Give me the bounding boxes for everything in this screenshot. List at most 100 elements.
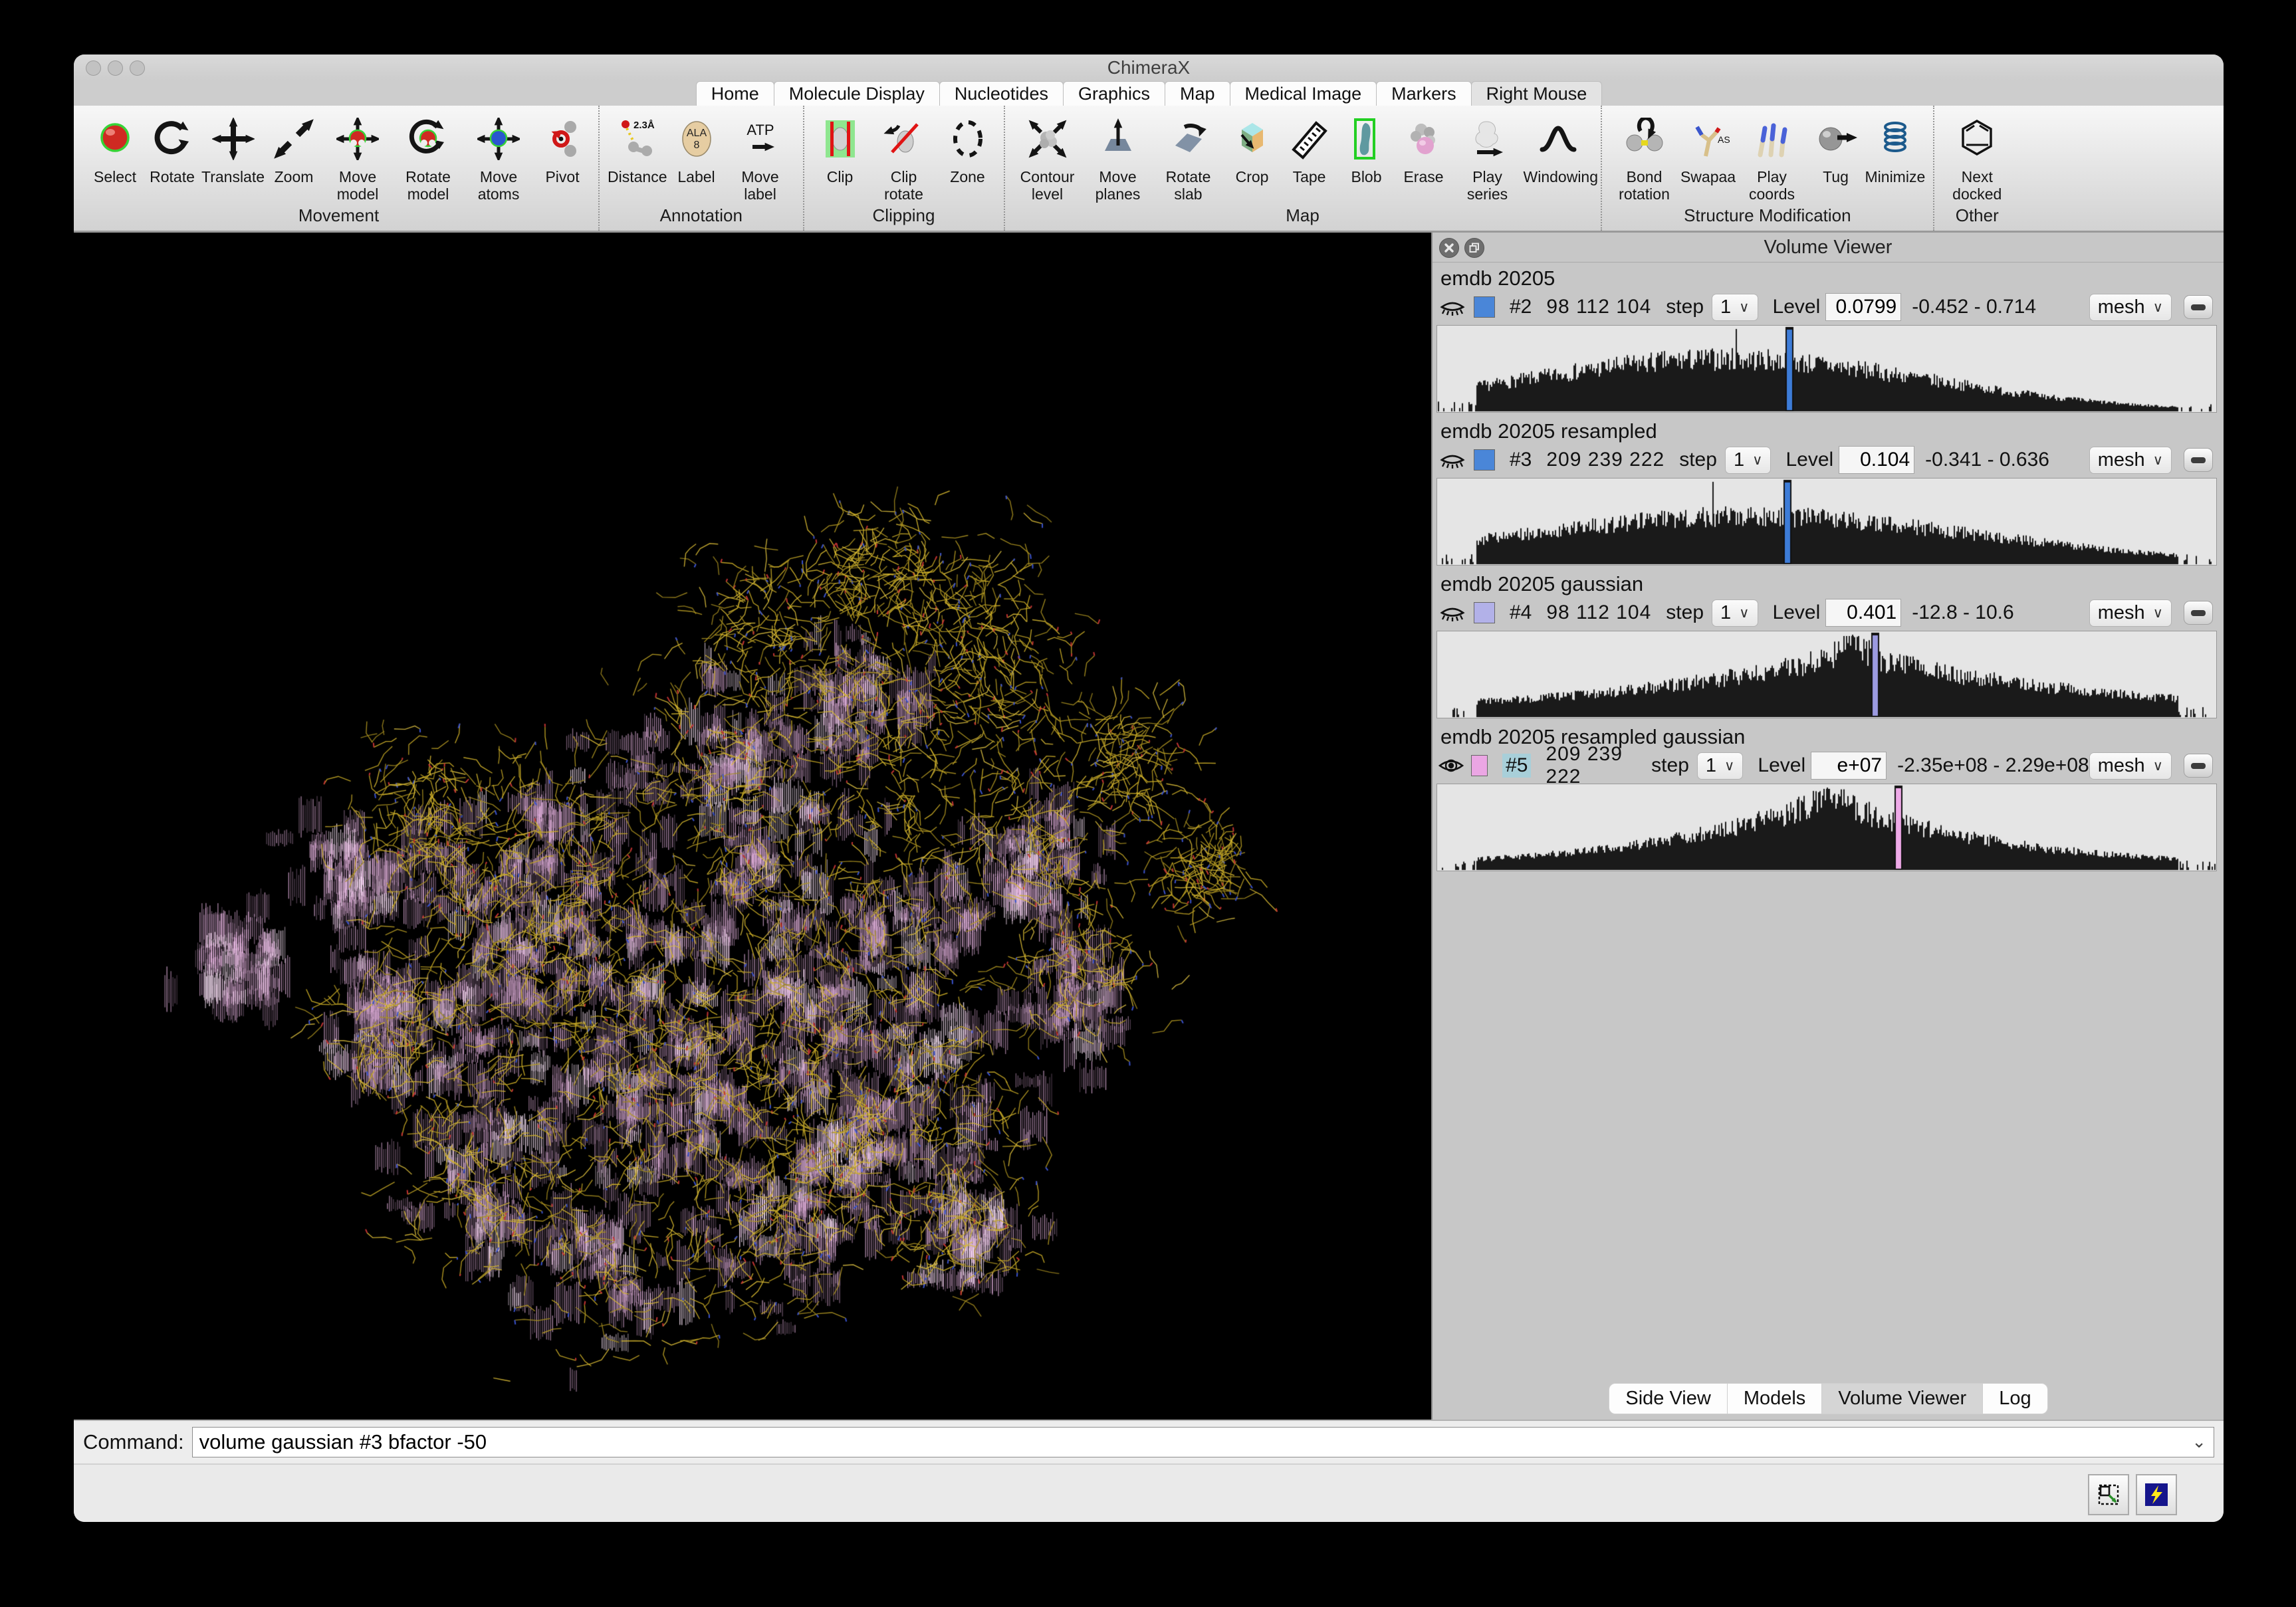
move-planes-button[interactable]: Move planes <box>1084 110 1153 203</box>
fast-render-button[interactable] <box>2136 1474 2177 1515</box>
minus-icon <box>2191 304 2206 310</box>
select-button[interactable]: Select <box>87 110 143 203</box>
color-swatch[interactable] <box>1474 449 1495 471</box>
model-id[interactable]: #2 <box>1510 296 1532 318</box>
chevron-down-icon: ∨ <box>2153 605 2163 621</box>
visibility-toggle[interactable] <box>1438 296 1467 318</box>
tool-tab-volume-viewer[interactable]: Volume Viewer <box>1821 1383 1983 1414</box>
visibility-toggle[interactable] <box>1438 602 1467 623</box>
minus-icon <box>2191 457 2206 463</box>
collapse-entry-button[interactable] <box>2184 754 2213 778</box>
step-dropdown[interactable]: 1∨ <box>1712 294 1758 321</box>
collapse-entry-button[interactable] <box>2184 448 2213 472</box>
toolbar-button-label: Move model <box>323 168 392 203</box>
erase-button[interactable]: Erase <box>1396 110 1452 203</box>
close-button[interactable] <box>86 60 101 76</box>
move-model-button[interactable]: Move model <box>323 110 392 203</box>
level-input[interactable] <box>1825 293 1901 321</box>
tab-graphics[interactable]: Graphics <box>1063 81 1165 106</box>
level-input[interactable] <box>1811 752 1887 780</box>
model-id[interactable]: #5 <box>1502 754 1531 778</box>
label-icon: ALA8 <box>675 110 718 168</box>
command-input[interactable] <box>192 1427 2214 1457</box>
minimize-button[interactable] <box>108 60 123 76</box>
label-button[interactable]: ALA8Label <box>669 110 725 203</box>
tape-button[interactable]: Tape <box>1282 110 1337 203</box>
density-histogram[interactable] <box>1436 325 2217 413</box>
visibility-toggle[interactable] <box>1438 449 1467 471</box>
command-history-chevron-icon[interactable]: ⌄ <box>2192 1432 2206 1452</box>
tab-map[interactable]: Map <box>1165 81 1230 106</box>
volume-entry-controls: #5209 239 222step1∨Level-2.35e+08 - 2.29… <box>1433 749 2224 782</box>
tug-button[interactable]: Tug <box>1808 110 1864 203</box>
clip-button[interactable]: Clip <box>812 110 868 203</box>
windowing-button[interactable]: Windowing <box>1524 110 1593 203</box>
visibility-toggle[interactable] <box>1438 755 1464 776</box>
volume-entry-name: emdb 20205 <box>1440 267 2224 290</box>
toolbar-button-label: Move label <box>726 168 795 203</box>
toolbar-section-label: Structure Modification <box>1610 203 1926 231</box>
command-label: Command: <box>83 1430 184 1454</box>
marquee-resize-button[interactable] <box>2088 1474 2129 1515</box>
bond-rotation-button[interactable]: Bond rotation <box>1610 110 1679 203</box>
density-histogram[interactable] <box>1436 631 2217 718</box>
tab-right-mouse[interactable]: Right Mouse <box>1471 81 1603 106</box>
tab-home[interactable]: Home <box>696 81 774 106</box>
toolbar-button-label: Select <box>94 168 136 185</box>
play-series-button[interactable]: Play series <box>1453 110 1522 203</box>
step-dropdown[interactable]: 1∨ <box>1712 599 1758 627</box>
minimize-icon <box>1874 110 1916 168</box>
tab-nucleotides[interactable]: Nucleotides <box>939 81 1064 106</box>
tool-tab-side-view[interactable]: Side View <box>1609 1383 1727 1414</box>
minimize-button[interactable]: Minimize <box>1865 110 1926 203</box>
style-dropdown[interactable]: mesh∨ <box>2089 447 2172 474</box>
play-coords-button[interactable]: Play coords <box>1738 110 1807 203</box>
translate-button[interactable]: Translate <box>201 110 265 203</box>
collapse-entry-button[interactable] <box>2184 295 2213 319</box>
color-swatch[interactable] <box>1474 602 1495 623</box>
tab-medical-image[interactable]: Medical Image <box>1230 81 1377 106</box>
zoom-button[interactable] <box>130 60 145 76</box>
style-dropdown[interactable]: mesh∨ <box>2089 294 2172 321</box>
level-label: Level <box>1773 296 1821 318</box>
collapse-entry-button[interactable] <box>2184 601 2213 625</box>
style-dropdown[interactable]: mesh∨ <box>2089 599 2172 627</box>
tab-molecule-display[interactable]: Molecule Display <box>774 81 940 106</box>
pivot-button[interactable]: Pivot <box>534 110 590 203</box>
tab-markers[interactable]: Markers <box>1376 81 1472 106</box>
next-docked-button[interactable]: Next docked <box>1942 110 2011 203</box>
color-swatch[interactable] <box>1471 755 1488 776</box>
blob-button[interactable]: Blob <box>1339 110 1395 203</box>
clip-rotate-button[interactable]: Clip rotate <box>869 110 939 203</box>
step-dropdown[interactable]: 1∨ <box>1725 447 1772 474</box>
density-histogram[interactable] <box>1436 784 2217 871</box>
swapaa-button[interactable]: ASNSwapaa <box>1680 110 1736 203</box>
rotate-button[interactable]: Rotate <box>144 110 200 203</box>
model-id[interactable]: #4 <box>1510 601 1532 624</box>
rotate-model-button[interactable]: Rotate model <box>394 110 463 203</box>
density-histogram[interactable] <box>1436 478 2217 566</box>
contour-level-button[interactable]: Contour level <box>1013 110 1082 203</box>
level-input[interactable] <box>1839 446 1914 474</box>
zoom-button[interactable]: Zoom <box>266 110 322 203</box>
distance-button[interactable]: 2.3ÅDistance <box>608 110 667 203</box>
play-coords-icon <box>1751 110 1793 168</box>
style-dropdown[interactable]: mesh∨ <box>2089 752 2172 780</box>
panel-close-button[interactable] <box>1439 238 1459 258</box>
window-titlebar[interactable]: ChimeraX <box>74 54 2224 80</box>
model-id[interactable]: #3 <box>1510 449 1532 471</box>
crop-button[interactable]: Crop <box>1224 110 1280 203</box>
step-dropdown[interactable]: 1∨ <box>1697 752 1744 780</box>
tool-tab-log[interactable]: Log <box>1982 1383 2047 1414</box>
move-label-button[interactable]: ATPMove label <box>726 110 795 203</box>
graphics-viewport[interactable] <box>74 233 1433 1420</box>
panel-empty-area <box>1433 878 2224 1380</box>
tool-tab-models[interactable]: Models <box>1727 1383 1823 1414</box>
move-atoms-button[interactable]: Move atoms <box>464 110 533 203</box>
level-input[interactable] <box>1825 599 1901 627</box>
color-swatch[interactable] <box>1474 296 1495 318</box>
rotate-slab-button[interactable]: Rotate slab <box>1154 110 1223 203</box>
panel-float-button[interactable] <box>1464 238 1484 258</box>
zone-button[interactable]: Zone <box>940 110 996 203</box>
molecule-render[interactable] <box>74 233 1431 1420</box>
